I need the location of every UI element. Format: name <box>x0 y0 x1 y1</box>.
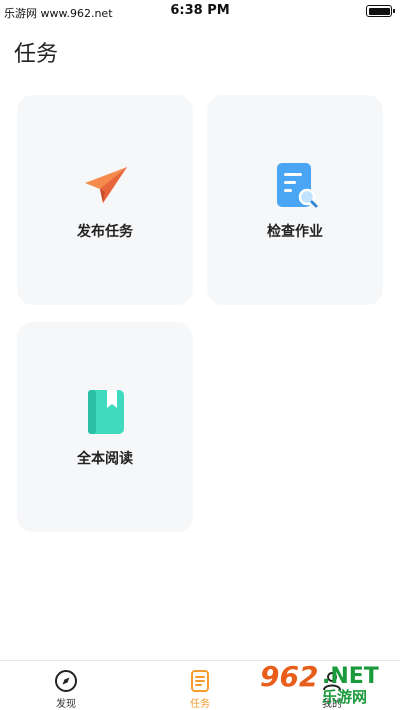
full-reading-card[interactable]: 全本阅读 <box>17 322 193 532</box>
check-homework-label: 检查作业 <box>267 224 323 240</box>
tab-task-label: 任务 <box>190 699 210 710</box>
compass-icon <box>55 670 77 692</box>
page-title: 任务 <box>14 42 59 67</box>
publish-task-card[interactable]: 发布任务 <box>17 95 193 305</box>
task-list-icon <box>191 670 209 692</box>
status-bar-time: 6:38 PM <box>170 3 230 18</box>
book-icon <box>88 390 124 434</box>
tab-task[interactable]: 任务 <box>160 661 240 710</box>
document-search-icon <box>277 163 318 208</box>
publish-task-label: 发布任务 <box>77 224 133 240</box>
full-reading-label: 全本阅读 <box>77 451 133 467</box>
watermark-name: 乐游网 <box>322 688 368 706</box>
site-watermark: 962 .NET 乐游网 <box>260 658 396 706</box>
tab-discover[interactable]: 发现 <box>26 661 106 710</box>
battery-icon <box>366 5 395 17</box>
check-homework-card[interactable]: 检查作业 <box>207 95 383 305</box>
tab-discover-label: 发现 <box>56 699 76 710</box>
watermark-digits: 962 <box>260 660 319 693</box>
paper-plane-icon <box>85 167 127 203</box>
status-bar: 乐游网 www.962.net 6:38 PM <box>0 0 400 22</box>
